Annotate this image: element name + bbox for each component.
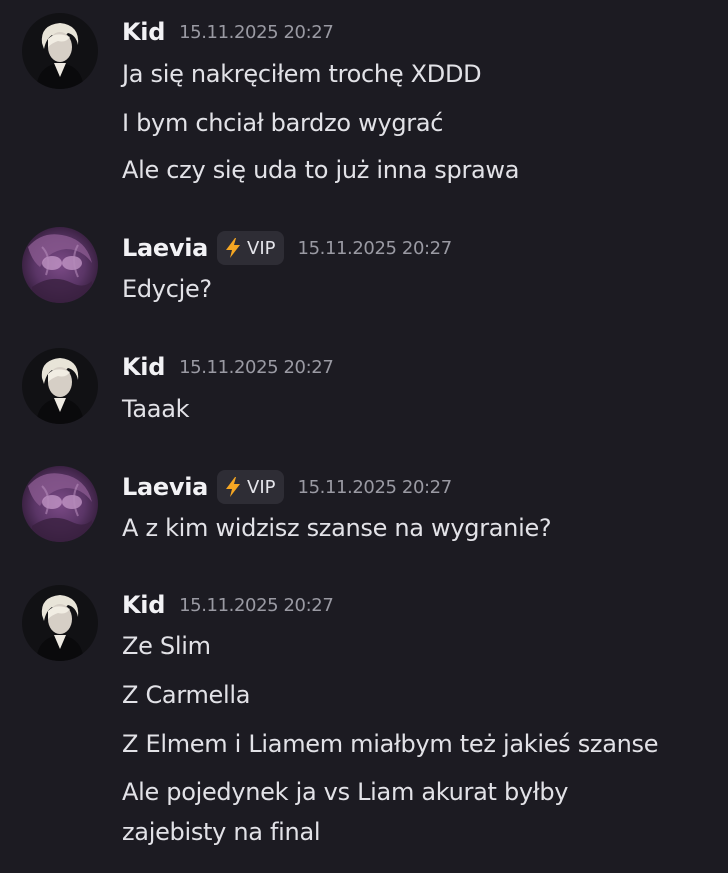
username[interactable]: Laevia [122,234,208,262]
lightning-bolt-icon [223,237,243,259]
username[interactable]: Kid [122,353,165,381]
message-header: Laevia VIP 15.11.2025 20:27 [122,231,452,265]
message-header: Kid 15.11.2025 20:27 [122,591,334,619]
badge-label: VIP [247,237,276,259]
vip-badge[interactable]: VIP [217,470,284,504]
username[interactable]: Laevia [122,473,208,501]
laevia-avatar-icon[interactable] [22,227,98,303]
badge-label: VIP [247,476,276,498]
timestamp: 15.11.2025 20:27 [297,237,453,259]
timestamp: 15.11.2025 20:27 [179,356,334,378]
timestamp: 15.11.2025 20:27 [179,594,334,616]
message-text: Ja się nakręciłem trochę XDDD [122,60,482,88]
message-text: Taaak [122,395,190,423]
message-text: zajebisty na final [122,818,321,846]
message-text: Ale pojedynek ja vs Liam akurat byłby [122,778,569,806]
lightning-bolt-icon [223,476,243,498]
kid-avatar-icon[interactable] [22,585,98,661]
chat-window: Kid 15.11.2025 20:27 Ja się nakręciłem t… [0,0,728,873]
message-text: Ze Slim [122,632,211,660]
message-header: Kid 15.11.2025 20:27 [122,353,334,381]
laevia-avatar-icon[interactable] [22,466,98,542]
timestamp: 15.11.2025 20:27 [179,21,334,43]
username[interactable]: Kid [122,591,165,619]
username[interactable]: Kid [122,18,165,46]
message-text: A z kim widzisz szanse na wygranie? [122,514,552,542]
message-text: I bym chciał bardzo wygrać [122,109,444,137]
kid-avatar-icon[interactable] [22,348,98,424]
message-text: Z Elmem i Liamem miałbym też jakieś szan… [122,730,659,758]
kid-avatar-icon[interactable] [22,13,98,89]
message-text: Z Carmella [122,681,251,709]
timestamp: 15.11.2025 20:27 [297,476,453,498]
message-header: Laevia VIP 15.11.2025 20:27 [122,470,452,504]
vip-badge[interactable]: VIP [217,231,284,265]
message-header: Kid 15.11.2025 20:27 [122,18,334,46]
message-text: Ale czy się uda to już inna sprawa [122,156,520,184]
message-text: Edycje? [122,275,212,303]
